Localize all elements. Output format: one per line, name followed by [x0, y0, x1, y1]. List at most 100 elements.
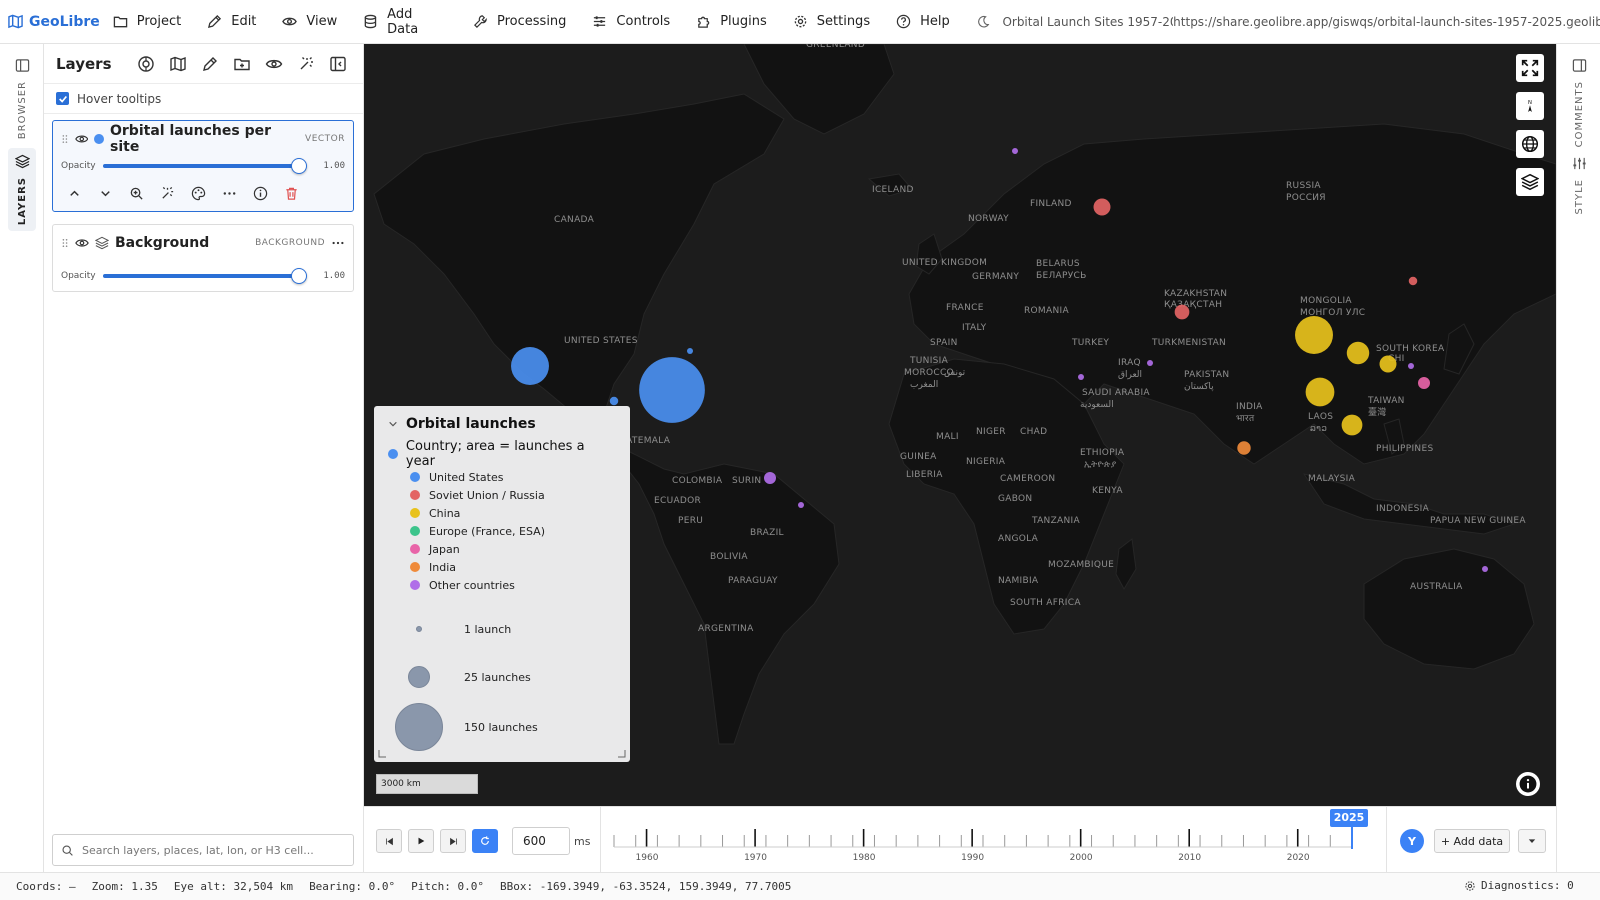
launch-site-marker[interactable] [1482, 566, 1488, 572]
layer-switcher-button[interactable] [1516, 168, 1544, 196]
map-legend[interactable]: Orbital launches Country; area = launche… [374, 406, 630, 762]
menu-controls[interactable]: Controls [579, 0, 683, 44]
legend-swatch [410, 526, 420, 536]
legend-subtitle: Country; area = launches a year [405, 439, 585, 469]
share-url[interactable]: https://share.geolibre.app/giswqs/orbita… [1173, 15, 1600, 29]
menu-edit[interactable]: Edit [194, 0, 269, 44]
eye-icon[interactable] [75, 236, 89, 250]
launch-site-marker[interactable] [764, 472, 776, 484]
eye-icon[interactable] [74, 132, 89, 146]
menu-add-data[interactable]: Add Data [350, 0, 460, 44]
opacity-slider[interactable] [103, 268, 307, 284]
hover-tooltips-checkbox[interactable] [56, 92, 69, 105]
opacity-slider[interactable] [103, 158, 307, 174]
map-canvas[interactable]: GREENLAND ICELAND FINLAND NORWAY RUSSIA РОССИ… [364, 44, 1556, 806]
opacity-label: Opacity [61, 161, 96, 171]
launch-site-marker[interactable] [1418, 377, 1430, 389]
add-folder-icon[interactable] [233, 55, 251, 73]
skip-forward-icon [449, 837, 457, 845]
skip-start-button[interactable] [376, 829, 402, 853]
resize-corner-icon[interactable] [618, 750, 626, 758]
info-icon[interactable] [253, 186, 268, 201]
move-down-icon[interactable] [98, 186, 113, 201]
map-layer-icon[interactable] [169, 55, 187, 73]
rail-tab-layers[interactable]: LAYERS [8, 148, 36, 232]
legend-title: Orbital launches [406, 416, 536, 432]
layer-item-background[interactable]: Background BACKGROUND Opacity 1.00 [52, 224, 354, 292]
launch-site-marker[interactable] [1012, 148, 1018, 154]
opacity-slider-thumb[interactable] [291, 268, 307, 284]
rail-tab-browser[interactable]: BROWSER [8, 58, 36, 139]
resize-corner-icon[interactable] [378, 750, 386, 758]
search-input[interactable] [82, 843, 342, 857]
layer-search-box[interactable] [52, 834, 354, 866]
play-button[interactable] [408, 829, 434, 853]
delete-icon[interactable] [284, 186, 299, 201]
theme-toggle-button[interactable] [963, 15, 1003, 29]
app-brand[interactable]: GeoLibre [0, 14, 100, 30]
menu-help[interactable]: Help [883, 0, 963, 44]
collapse-panel-icon[interactable] [329, 55, 347, 73]
add-data-dropdown-button[interactable] [1518, 829, 1546, 853]
menu-view[interactable]: View [269, 0, 350, 44]
launch-site-marker[interactable] [1078, 374, 1084, 380]
launch-site-marker[interactable] [639, 357, 705, 423]
launch-site-marker[interactable] [1174, 304, 1190, 320]
layer-type-badge: VECTOR [305, 134, 346, 144]
menu-plugins[interactable]: Plugins [683, 0, 780, 44]
loop-toggle-button[interactable] [472, 829, 498, 853]
launch-site-marker[interactable] [798, 502, 804, 508]
launch-site-marker[interactable] [1379, 355, 1397, 373]
rail-tab-style[interactable]: STYLE [1565, 156, 1593, 214]
status-coords: Coords: — [16, 880, 76, 893]
chevron-down-icon[interactable] [388, 419, 398, 429]
menu-settings[interactable]: Settings [780, 0, 883, 44]
compass-button[interactable]: N [1516, 92, 1544, 120]
globe-projection-button[interactable] [1516, 130, 1544, 158]
menu-project[interactable]: Project [100, 0, 194, 44]
info-icon [1519, 775, 1537, 793]
more-options-icon[interactable] [331, 236, 345, 250]
launch-site-marker[interactable] [1093, 198, 1111, 216]
fullscreen-button[interactable] [1516, 54, 1544, 82]
rail-label-style: STYLE [1573, 179, 1585, 215]
draw-icon[interactable] [201, 55, 219, 73]
opacity-row: Opacity 1.00 [53, 157, 353, 175]
launch-site-marker[interactable] [1147, 360, 1153, 366]
drag-handle-icon[interactable] [61, 133, 69, 145]
visibility-icon[interactable] [265, 55, 283, 73]
move-up-icon[interactable] [67, 186, 82, 201]
launch-site-marker[interactable] [1295, 316, 1333, 354]
year-ticks[interactable] [600, 807, 1370, 873]
launch-site-marker[interactable] [609, 396, 619, 406]
frame-interval-input[interactable]: 600 [512, 827, 570, 855]
opacity-slider-thumb[interactable] [291, 158, 307, 174]
diagnostics-button[interactable]: Diagnostics: 0 [1464, 879, 1590, 892]
year-label: 2020 [1286, 853, 1310, 863]
basemap-icon[interactable] [137, 55, 155, 73]
launch-site-marker[interactable] [511, 347, 549, 385]
more-options-icon[interactable] [222, 186, 237, 201]
attribution-info-button[interactable] [1516, 772, 1540, 796]
launch-site-marker[interactable] [1305, 377, 1335, 407]
select-features-icon[interactable] [160, 186, 175, 201]
launch-site-marker[interactable] [1408, 363, 1414, 369]
zoom-to-layer-icon[interactable] [129, 186, 144, 201]
launch-site-marker[interactable] [1408, 276, 1418, 286]
launch-site-marker[interactable] [1346, 341, 1370, 365]
legend-header[interactable]: Orbital launches [374, 406, 630, 442]
launch-site-marker[interactable] [1237, 441, 1251, 455]
skip-end-button[interactable] [440, 829, 466, 853]
hover-tooltips-row[interactable]: Hover tooltips [44, 84, 363, 114]
launch-site-marker[interactable] [1341, 414, 1363, 436]
launch-site-marker[interactable] [687, 348, 693, 354]
drag-handle-icon[interactable] [61, 237, 69, 249]
layer-item-orbital-launches[interactable]: Orbital launches per site VECTOR Opacity… [52, 120, 354, 212]
magic-select-icon[interactable] [297, 55, 315, 73]
menu-processing[interactable]: Processing [460, 0, 579, 44]
add-data-button[interactable]: + Add data [1434, 829, 1510, 853]
rail-tab-comments[interactable]: COMMENTS [1565, 58, 1593, 147]
size-swatch [395, 703, 443, 751]
user-avatar[interactable]: Y [1400, 829, 1424, 853]
palette-icon[interactable] [191, 186, 206, 201]
